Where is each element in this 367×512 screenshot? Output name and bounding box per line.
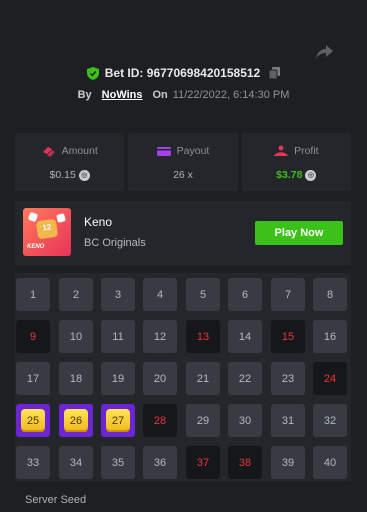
keno-hit-gem: 25 [21,409,45,432]
keno-cell: 4 [143,278,177,311]
keno-cell: 21 [186,362,220,395]
bet-id: Bet ID: 96770698420158512 [104,66,261,80]
keno-cell: 36 [143,446,177,479]
keno-cell: 29 [186,404,220,437]
play-now-button[interactable]: Play Now [255,221,343,245]
game-provider: BC Originals [84,237,146,249]
server-seed-label: Server Seed [25,494,87,506]
keno-cell: 32 [313,404,347,437]
on-label: On [152,89,168,101]
share-icon[interactable] [314,40,336,62]
wallet-icon [156,147,171,156]
stat-profit-value: $3.78 [276,169,303,181]
keno-hit-gem: 27 [106,409,130,432]
keno-cell: 33 [16,446,50,479]
stat-amount-value: $0.15 [49,169,76,181]
game-name: Keno [84,215,113,229]
coin-icon: ◎ [78,169,90,181]
keno-cell: 23 [271,362,305,395]
keno-cell: 17 [16,362,50,395]
stat-payout: Payout 26 x [128,133,238,191]
keno-cell: 26 [59,404,93,437]
keno-cell: 13 [186,320,220,353]
keno-grid: 1 2 3 4 5 6 7 8 9 10 11 12 13 14 15 16 17 18 19 20 21 22 23 24 2… [15,273,351,481]
keno-cell: 34 [59,446,93,479]
keno-cell: 31 [271,404,305,437]
profit-icon [274,145,289,156]
keno-cell: 24 [313,362,347,395]
keno-cell: 15 [271,320,305,353]
keno-cell: 35 [101,446,135,479]
keno-cell: 30 [228,404,262,437]
keno-cell: 38 [228,446,262,479]
keno-cell: 28 [143,404,177,437]
keno-cell: 37 [186,446,220,479]
bet-stats: Amount $0.15 ◎ Payout 26 x Profit $3.78 … [15,133,351,191]
keno-cell: 3 [101,278,135,311]
bet-meta-row: By NoWins On 11/22/2022, 6:14:30 PM [0,89,367,101]
keno-hit-gem: 26 [64,409,88,432]
bet-id-row: Bet ID: 96770698420158512 [0,66,367,80]
keno-cell: 9 [16,320,50,353]
coin-icon: ◎ [305,169,317,181]
keno-cell: 11 [101,320,135,353]
stat-payout-value: 26 x [173,169,193,181]
keno-cell: 8 [313,278,347,311]
keno-cell: 19 [101,362,135,395]
keno-cell: 1 [16,278,50,311]
stat-amount-label: Amount [61,145,98,157]
stat-profit: Profit $3.78 ◎ [241,133,351,191]
username-link[interactable]: NoWins [102,89,143,101]
keno-cell: 7 [271,278,305,311]
keno-cell: 39 [271,446,305,479]
keno-cell: 18 [59,362,93,395]
coins-icon [42,147,55,157]
keno-cell: 22 [228,362,262,395]
bet-date: 11/22/2022, 6:14:30 PM [172,89,290,101]
keno-cell: 25 [16,404,50,437]
keno-cell: 16 [313,320,347,353]
copy-icon[interactable] [269,67,281,79]
keno-cell: 12 [143,320,177,353]
stat-payout-label: Payout [176,145,210,157]
keno-cell: 10 [59,320,93,353]
shield-check-icon [86,66,99,80]
keno-thumbnail[interactable]: 12 KENO [23,208,71,256]
game-card: 12 KENO Keno BC Originals Play Now [15,201,351,265]
keno-cell: 6 [228,278,262,311]
keno-cell: 27 [101,404,135,437]
keno-cell: 5 [186,278,220,311]
by-label: By [77,89,92,101]
keno-cell: 2 [59,278,93,311]
keno-cell: 40 [313,446,347,479]
keno-cell: 20 [143,362,177,395]
keno-cell: 14 [228,320,262,353]
stat-profit-label: Profit [294,145,319,157]
stat-amount: Amount $0.15 ◎ [15,133,125,191]
